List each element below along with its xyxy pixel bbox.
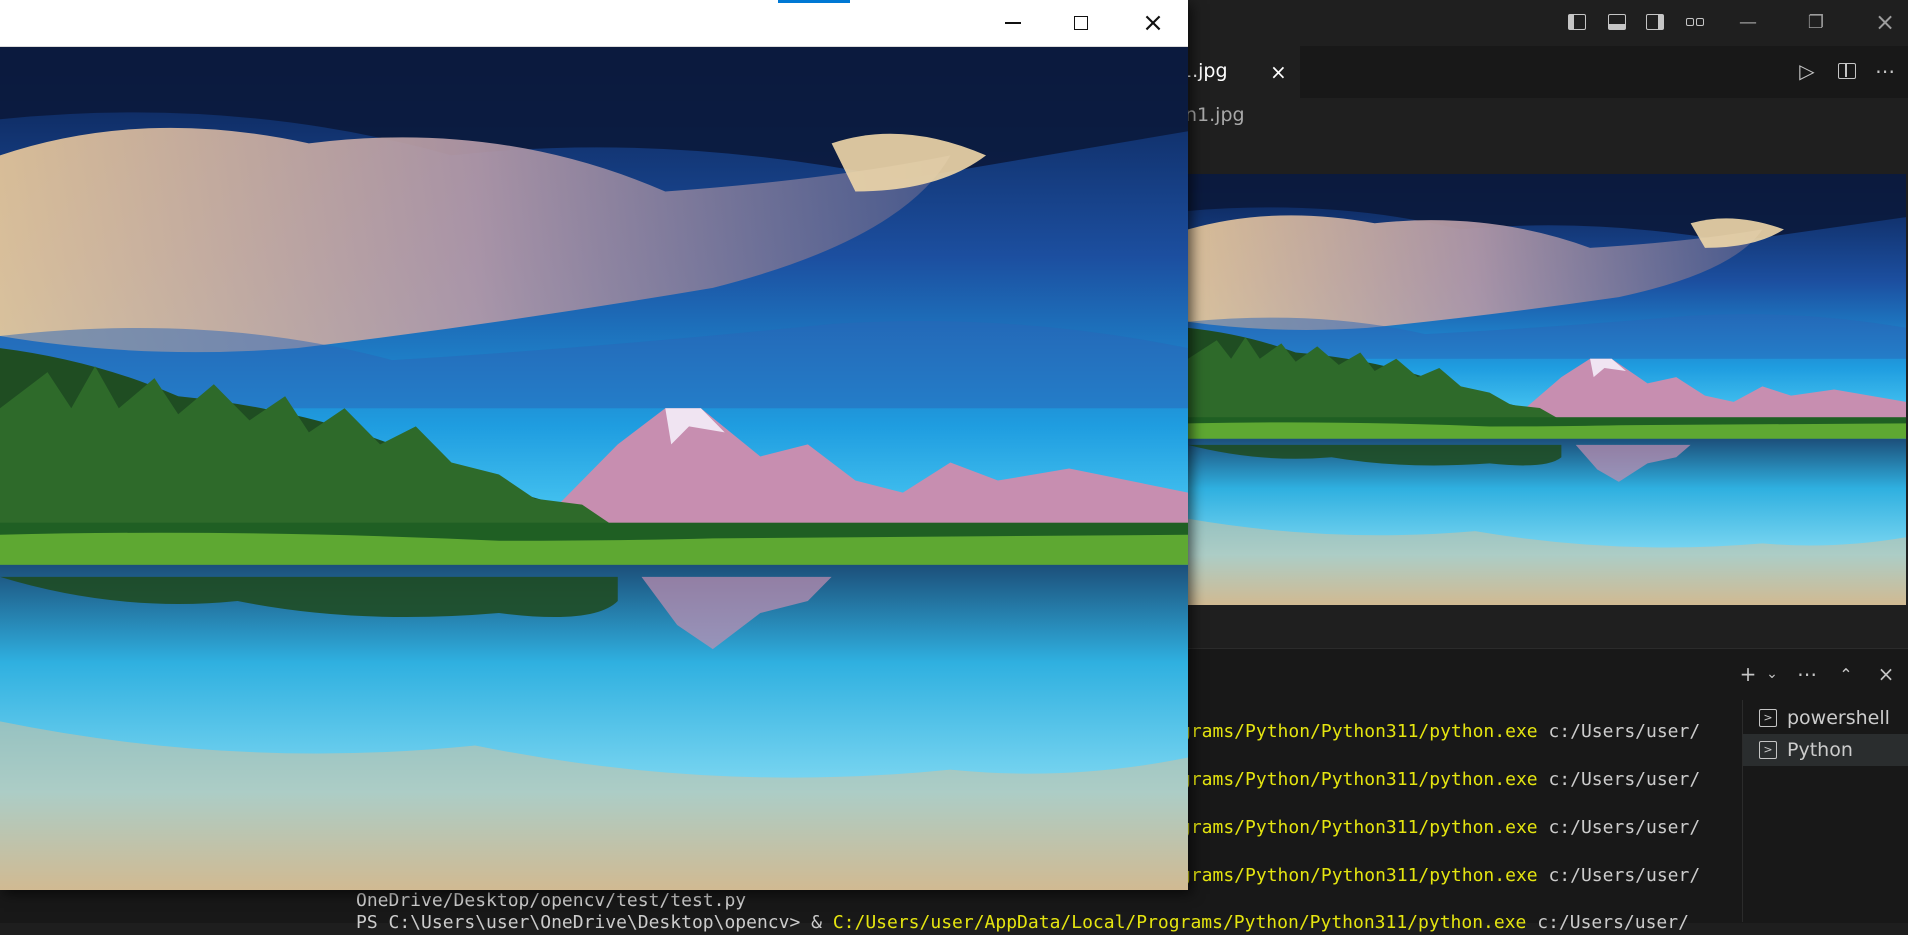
toggle-secondary-sidebar-icon[interactable] bbox=[1640, 9, 1670, 35]
chevron-down-icon[interactable]: ⌄ bbox=[1758, 660, 1786, 688]
terminal-instance-python[interactable]: > Python bbox=[1743, 734, 1908, 766]
panel-more-icon[interactable]: ⋯ bbox=[1793, 660, 1821, 688]
terminal-line: grams/Python/Python311/python.exe c:/Use… bbox=[1180, 817, 1701, 838]
maximize-icon[interactable] bbox=[1046, 0, 1116, 46]
terminal-instance-list: > powershell > Python bbox=[1742, 700, 1908, 922]
split-editor-icon[interactable] bbox=[1832, 56, 1862, 86]
vscode-close-icon[interactable]: × bbox=[1862, 8, 1908, 36]
vscode-restore-icon[interactable]: ❐ bbox=[1793, 8, 1839, 36]
terminal-icon: > bbox=[1759, 709, 1777, 727]
run-file-icon[interactable]: ▷ bbox=[1792, 56, 1822, 86]
toggle-panel-icon[interactable] bbox=[1602, 9, 1632, 35]
breadcrumb[interactable]: n1.jpg bbox=[1185, 104, 1245, 126]
terminal-instance-label: powershell bbox=[1787, 707, 1890, 729]
terminal-line: OneDrive/Desktop/opencv/test/test.py bbox=[356, 890, 747, 911]
terminal-instance-powershell[interactable]: > powershell bbox=[1743, 702, 1908, 734]
terminal-line: grams/Python/Python311/python.exe c:/Use… bbox=[1180, 769, 1701, 790]
terminal-instance-label: Python bbox=[1787, 739, 1853, 761]
terminal-prompt-line: PS C:\Users\user\OneDrive\Desktop\opencv… bbox=[356, 912, 1689, 933]
terminal-line: grams/Python/Python311/python.exe c:/Use… bbox=[1180, 865, 1701, 886]
close-panel-icon[interactable]: × bbox=[1872, 660, 1900, 688]
image-window-titlebar[interactable]: × bbox=[0, 0, 1188, 47]
vscode-minimize-icon[interactable]: — bbox=[1725, 8, 1771, 36]
tab-close-icon[interactable]: × bbox=[1270, 60, 1287, 84]
titlebar-accent bbox=[778, 0, 850, 3]
image-preview bbox=[1188, 174, 1906, 605]
more-actions-icon[interactable]: ⋯ bbox=[1870, 56, 1900, 86]
minimize-icon[interactable] bbox=[978, 0, 1048, 46]
toggle-primary-sidebar-icon[interactable] bbox=[1562, 9, 1592, 35]
terminal-line: grams/Python/Python311/python.exe c:/Use… bbox=[1180, 721, 1701, 742]
terminal-icon: > bbox=[1759, 741, 1777, 759]
opencv-image-window[interactable]: × bbox=[0, 0, 1188, 890]
close-icon[interactable]: × bbox=[1118, 0, 1188, 46]
landscape-image bbox=[0, 47, 1188, 890]
maximize-panel-icon[interactable]: ⌃ bbox=[1832, 660, 1860, 688]
customize-layout-icon[interactable] bbox=[1680, 9, 1710, 35]
